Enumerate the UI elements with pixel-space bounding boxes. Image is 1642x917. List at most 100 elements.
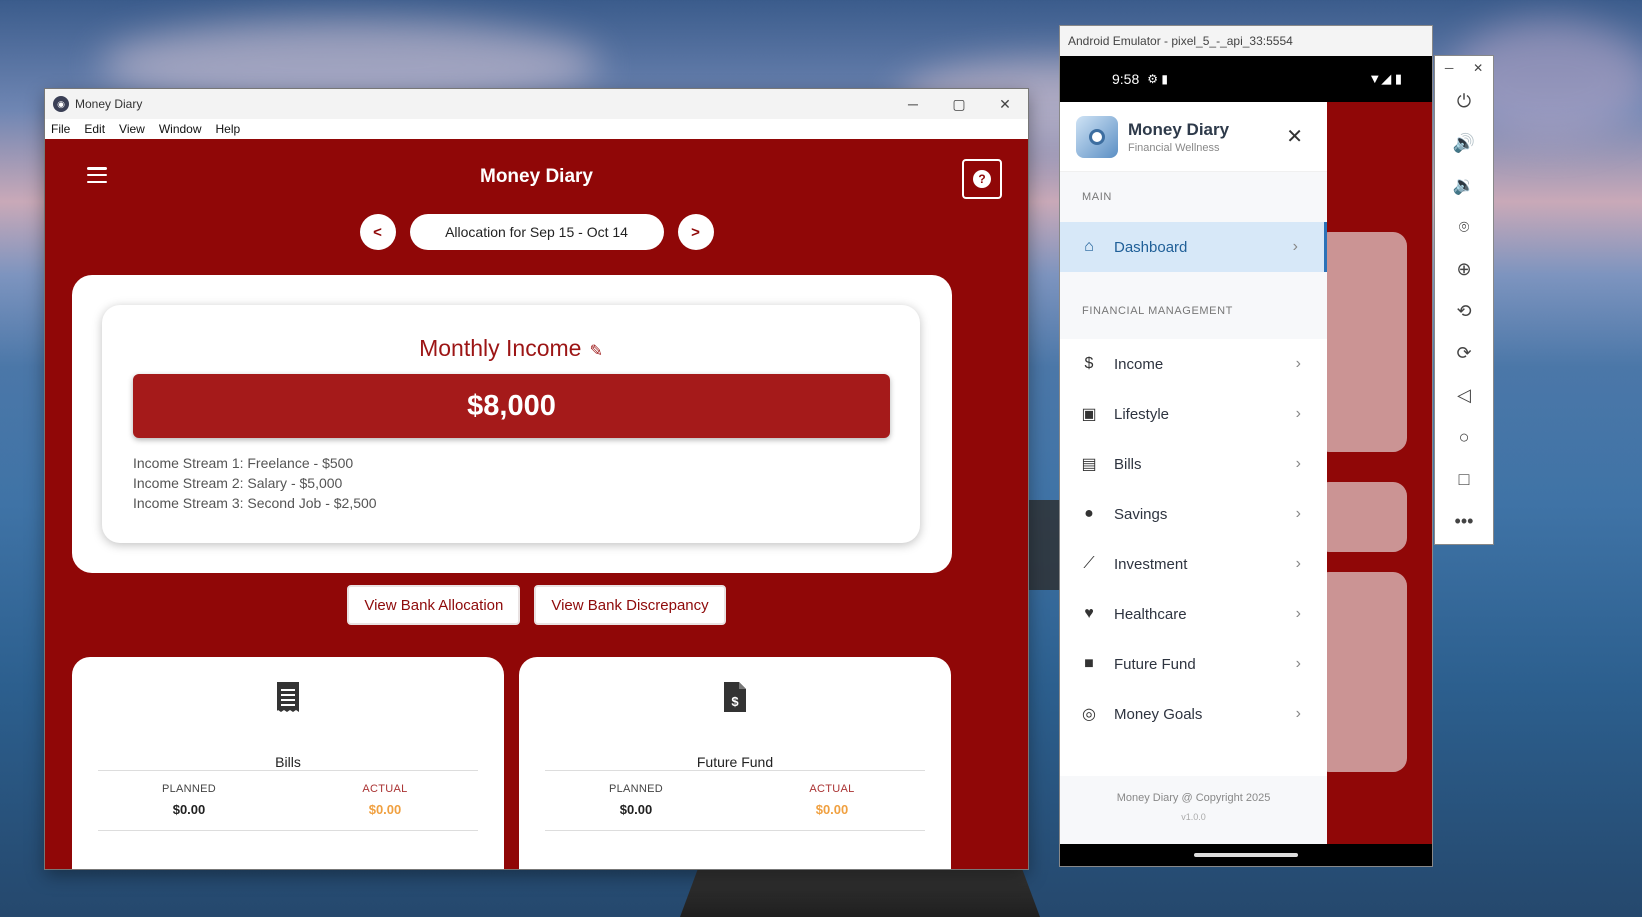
nav-item-lifestyle[interactable]: ▣ Lifestyle ›	[1060, 389, 1327, 439]
pencil-icon[interactable]: ✎	[589, 341, 602, 361]
question-icon: ?	[973, 170, 991, 188]
settings-status-icon: ⚙ ▮	[1147, 72, 1168, 86]
chevron-right-icon: ›	[1295, 405, 1301, 422]
category-name: Future Fund	[696, 754, 774, 770]
signal-battery-icon: ▼◢ ▮	[1368, 71, 1402, 86]
maximize-icon[interactable]: ▢	[936, 89, 982, 119]
volume-down-icon[interactable]: 🔉	[1435, 164, 1493, 206]
nav-label: Healthcare	[1114, 605, 1187, 623]
help-button[interactable]: ?	[962, 159, 1002, 199]
background-card	[1315, 482, 1407, 552]
close-icon[interactable]: ✕	[1473, 61, 1483, 75]
navigation-drawer: Money Diary Financial Wellness ✕ MAIN ⌂ …	[1060, 102, 1327, 844]
copyright-text: Money Diary @ Copyright 2025	[1116, 792, 1271, 804]
drawer-footer: Money Diary @ Copyright 2025 v1.0.0	[1060, 776, 1327, 844]
nav-item-investment[interactable]: ⟋ Investment ›	[1060, 539, 1327, 589]
gesture-bar[interactable]	[1060, 844, 1432, 866]
section-financial-management: FINANCIAL MANAGEMENT	[1060, 272, 1327, 339]
income-title-text: Monthly Income	[419, 335, 582, 361]
next-period-button[interactable]: >	[677, 214, 714, 250]
prev-period-button[interactable]: <	[359, 214, 396, 250]
phone-screen: Money Diary Financial Wellness ✕ MAIN ⌂ …	[1060, 102, 1432, 844]
drawer-header: Money Diary Financial Wellness ✕	[1060, 102, 1327, 172]
menu-window[interactable]: Window	[159, 122, 202, 136]
income-stream: Income Stream 2: Salary - $5,000	[133, 475, 343, 491]
actual-column: ACTUAL $0.00	[335, 783, 435, 817]
nav-label: Future Fund	[1114, 655, 1196, 673]
app-title: Money Diary	[480, 166, 593, 187]
version-text: v1.0.0	[1181, 812, 1206, 822]
menu-edit[interactable]: Edit	[84, 122, 105, 136]
briefcase-icon: ■	[1084, 655, 1094, 672]
planned-column: PLANNED $0.00	[586, 783, 686, 817]
zoom-icon[interactable]: ⊕	[1435, 248, 1493, 290]
menu-view[interactable]: View	[119, 122, 145, 136]
actual-label: ACTUAL	[362, 783, 408, 795]
income-stream: Income Stream 1: Freelance - $500	[133, 455, 354, 471]
nav-item-future-fund[interactable]: ■ Future Fund ›	[1060, 639, 1327, 689]
income-stream: Income Stream 3: Second Job - $2,500	[133, 495, 377, 511]
back-icon[interactable]: ◁	[1435, 374, 1493, 416]
window-titlebar: ◉ Money Diary ─ ▢ ✕	[45, 89, 1028, 119]
money-bill-icon: ▣	[1081, 406, 1097, 423]
nav-item-income[interactable]: $ Income ›	[1060, 339, 1327, 389]
close-icon[interactable]: ✕	[1286, 124, 1303, 149]
background-card	[1315, 572, 1407, 772]
chevron-right-icon: ›	[1295, 505, 1301, 522]
view-bank-allocation-button[interactable]: View Bank Allocation	[347, 585, 521, 625]
more-icon[interactable]: •••	[1435, 500, 1493, 542]
android-emulator-window: Android Emulator - pixel_5_-_api_33:5554…	[1059, 25, 1433, 867]
menu-bar: File Edit View Window Help	[45, 119, 1028, 139]
app-content: Money Diary ? < Allocation for Sep 15 - …	[45, 139, 1028, 869]
power-icon[interactable]: ⏻	[1435, 80, 1493, 122]
window-title: Money Diary	[75, 97, 143, 111]
income-title: Monthly Income ✎	[102, 335, 920, 362]
minimize-icon[interactable]: ─	[890, 89, 936, 119]
category-card-future-fund[interactable]: $ Future Fund PLANNED $0.00 ACTUAL $0.00	[519, 657, 951, 869]
camera-icon[interactable]: ⌾	[1435, 206, 1493, 248]
chevron-right-icon: ›	[1295, 655, 1301, 672]
nav-item-savings[interactable]: ● Savings ›	[1060, 489, 1327, 539]
planned-label: PLANNED	[608, 783, 664, 795]
category-card-bills[interactable]: Bills PLANNED $0.00 ACTUAL $0.00	[72, 657, 504, 869]
monthly-income-card: Monthly Income ✎ $8,000 Income Stream 1: …	[102, 305, 920, 543]
close-icon[interactable]: ✕	[982, 89, 1028, 119]
nav-label: Savings	[1114, 505, 1168, 523]
rotate-left-icon[interactable]: ⟲	[1435, 290, 1493, 332]
file-icon: ▤	[1081, 456, 1097, 473]
menu-file[interactable]: File	[51, 122, 70, 136]
overview-icon[interactable]: □	[1435, 458, 1493, 500]
nav-label: Bills	[1114, 455, 1142, 473]
dollar-icon: $	[1084, 355, 1094, 372]
period-label: Allocation for Sep 15 - Oct 14	[409, 214, 664, 250]
menu-help[interactable]: Help	[216, 122, 241, 136]
nav-label: Investment	[1114, 555, 1188, 573]
income-streams: Income Stream 1: Freelance - $500 Income…	[133, 453, 377, 513]
chevron-right-icon: ›	[1295, 355, 1301, 372]
nav-item-healthcare[interactable]: ♥ Healthcare ›	[1060, 589, 1327, 639]
home-icon[interactable]: ○	[1435, 416, 1493, 458]
emulator-toolbar: ─ ✕ ⏻ 🔊 🔉 ⌾ ⊕ ⟲ ⟳ ◁ ○ □ •••	[1434, 55, 1494, 545]
piggy-bank-icon: ●	[1084, 505, 1094, 522]
income-section: Monthly Income ✎ $8,000 Income Stream 1: …	[72, 275, 952, 573]
minimize-icon[interactable]: ─	[1445, 61, 1454, 75]
nav-item-bills[interactable]: ▤ Bills ›	[1060, 439, 1327, 489]
invoice-dollar-icon: $	[519, 681, 951, 718]
rotate-right-icon[interactable]: ⟳	[1435, 332, 1493, 374]
emulator-title: Android Emulator - pixel_5_-_api_33:5554	[1060, 26, 1432, 56]
planned-column: PLANNED $0.00	[139, 783, 239, 817]
home-icon: ⌂	[1084, 238, 1094, 255]
drawer-subtitle: Financial Wellness	[1128, 141, 1220, 154]
nav-label: Dashboard	[1114, 238, 1188, 256]
volume-up-icon[interactable]: 🔊	[1435, 122, 1493, 164]
money-diary-window: ◉ Money Diary ─ ▢ ✕ File Edit View Windo…	[45, 89, 1028, 869]
nav-label: Money Goals	[1114, 705, 1203, 723]
heartbeat-icon: ♥	[1084, 605, 1094, 622]
nav-item-dashboard[interactable]: ⌂ Dashboard ›	[1060, 222, 1327, 272]
actual-value: $0.00	[368, 802, 402, 817]
chevron-right-icon: ›	[1295, 555, 1301, 572]
status-bar: 9:58 ⚙ ▮ ▼◢ ▮	[1060, 56, 1432, 102]
actual-column: ACTUAL $0.00	[782, 783, 882, 817]
view-bank-discrepancy-button[interactable]: View Bank Discrepancy	[534, 585, 726, 625]
nav-item-money-goals[interactable]: ◎ Money Goals ›	[1060, 689, 1327, 739]
